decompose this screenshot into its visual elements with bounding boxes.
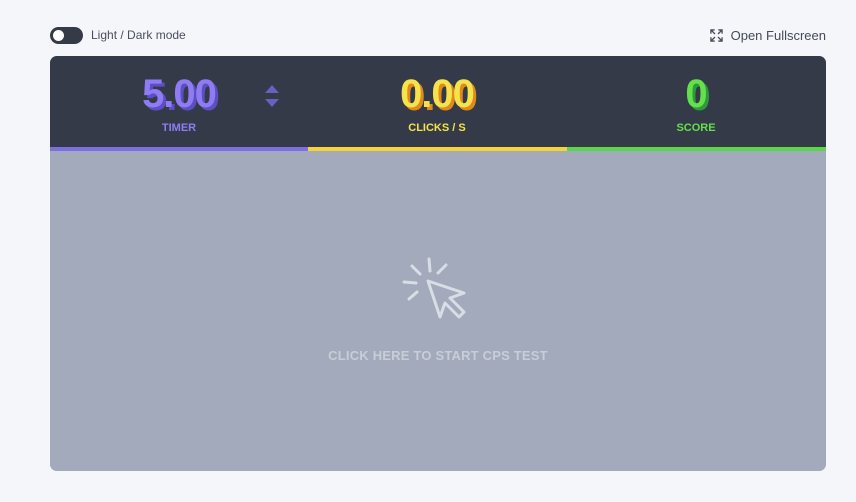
score-stat: 0 SCORE bbox=[566, 56, 826, 147]
clicks-per-second-label: CLICKS / S bbox=[408, 122, 466, 134]
timer-label: TIMER bbox=[161, 122, 197, 134]
open-fullscreen-button[interactable]: Open Fullscreen bbox=[709, 28, 826, 43]
open-fullscreen-label: Open Fullscreen bbox=[730, 28, 826, 43]
top-toolbar: Light / Dark mode Open Fullscreen bbox=[50, 24, 826, 48]
score-value: 0 bbox=[685, 72, 707, 116]
dark-mode-toggle[interactable] bbox=[50, 27, 83, 44]
click-area[interactable]: CLICK HERE TO START CPS TEST bbox=[50, 151, 826, 471]
clicks-per-second-stat: 0.00 CLICKS / S bbox=[308, 56, 566, 147]
timer-stat: 5.00 TIMER bbox=[50, 56, 308, 147]
toggle-knob bbox=[53, 30, 64, 41]
stats-header: 5.00 TIMER 0.00 CLICKS / S 0 SCORE bbox=[50, 56, 826, 147]
expand-arrows-icon bbox=[709, 29, 723, 42]
cps-test-card: 5.00 TIMER 0.00 CLICKS / S 0 SCORE CLICK… bbox=[50, 56, 826, 471]
up-down-arrows-icon[interactable] bbox=[262, 82, 282, 110]
cursor-click-icon bbox=[402, 257, 466, 319]
score-label: SCORE bbox=[676, 122, 716, 134]
dark-mode-toggle-label: Light / Dark mode bbox=[91, 28, 186, 42]
start-test-prompt: CLICK HERE TO START CPS TEST bbox=[328, 348, 548, 363]
clicks-per-second-value: 0.00 bbox=[400, 72, 475, 116]
